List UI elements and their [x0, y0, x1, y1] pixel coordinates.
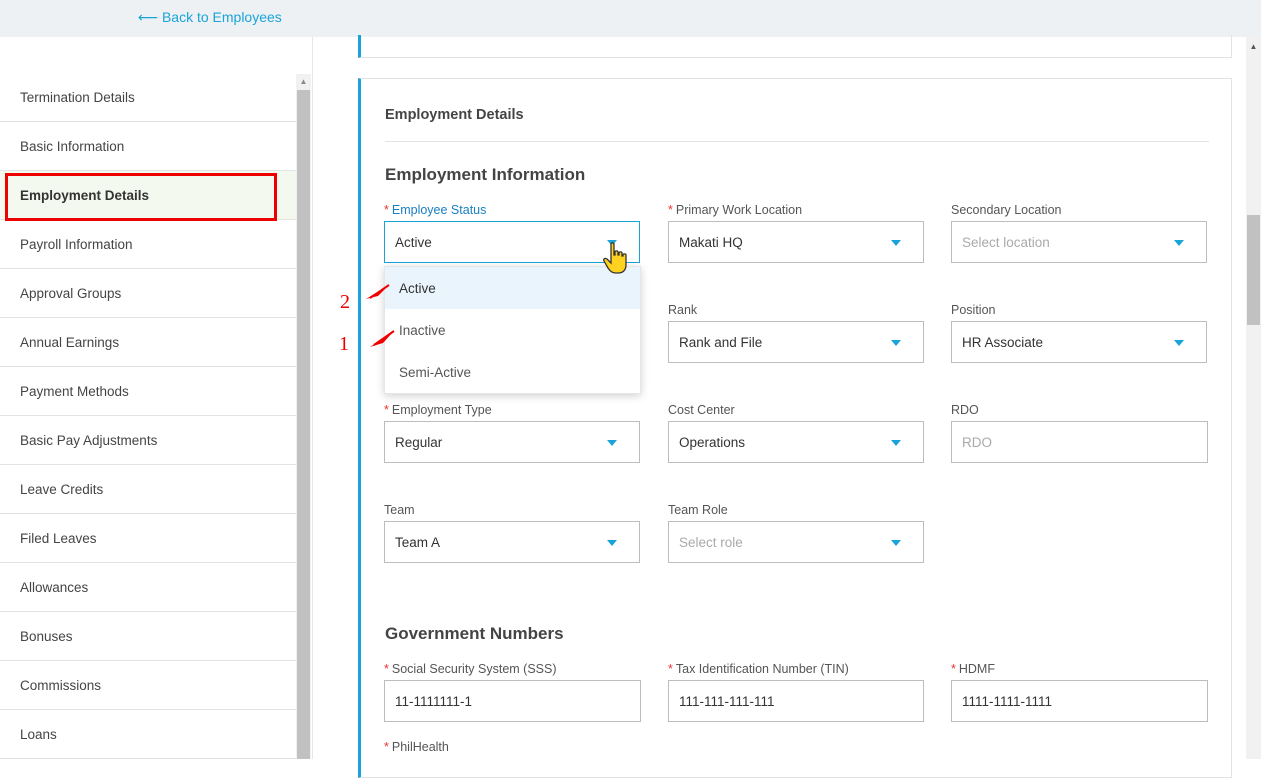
card-title: Employment Details — [385, 107, 524, 123]
divider — [385, 141, 1209, 142]
cost-center-label: Cost Center — [668, 403, 735, 417]
team-role-select[interactable]: Select role — [668, 521, 924, 563]
employment-type-field: * Employment Type Regular — [384, 403, 640, 463]
chevron-down-icon — [1174, 340, 1184, 346]
sidebar-item-allowances[interactable]: Allowances — [0, 563, 296, 612]
dropdown-option-semi-active[interactable]: Semi-Active — [385, 351, 640, 393]
rank-label: Rank — [668, 303, 698, 317]
employee-status-dropdown-menu: Active Inactive Semi-Active — [384, 266, 641, 394]
philhealth-label: * PhilHealth — [384, 740, 449, 754]
scroll-up-arrow-icon[interactable]: ▲ — [1246, 39, 1261, 54]
employee-status-label: * Employee Status — [384, 203, 487, 217]
sidebar-item-payment-methods[interactable]: Payment Methods — [0, 367, 296, 416]
rank-select[interactable]: Rank and File — [668, 321, 924, 363]
sidebar-item-basic-information[interactable]: Basic Information — [0, 122, 296, 171]
rdo-input-box[interactable] — [951, 421, 1208, 463]
sidebar-item-termination-details[interactable]: Termination Details — [0, 73, 296, 122]
position-field: Position HR Associate — [951, 303, 1207, 363]
team-role-field: Team Role Select role — [668, 503, 924, 563]
rdo-input[interactable] — [962, 434, 1207, 450]
chevron-down-icon — [891, 340, 901, 346]
secondary-location-label: Secondary Location — [951, 203, 1062, 217]
annotation-number-2: 2 — [340, 291, 350, 313]
tin-input[interactable]: 111-111-111-111 — [668, 680, 924, 722]
tin-field: * Tax Identification Number (TIN) 111-111… — [668, 662, 924, 722]
primary-work-location-select[interactable]: Makati HQ — [668, 221, 924, 263]
sidebar-item-approval-groups[interactable]: Approval Groups — [0, 269, 296, 318]
dropdown-option-inactive[interactable]: Inactive — [385, 309, 640, 351]
chevron-down-icon — [607, 440, 617, 446]
hdmf-label: * HDMF — [951, 662, 995, 676]
sidebar-scrollbar-thumb[interactable] — [297, 90, 310, 759]
government-numbers-heading: Government Numbers — [385, 624, 564, 643]
active-item-highlight-box — [5, 173, 277, 221]
hdmf-input[interactable]: 1111-1111-1111 — [951, 680, 1208, 722]
page-scrollbar-thumb[interactable] — [1247, 215, 1260, 325]
chevron-down-icon — [891, 240, 901, 246]
cost-center-field: Cost Center Operations — [668, 403, 924, 463]
sidebar-item-basic-pay-adjustments[interactable]: Basic Pay Adjustments — [0, 416, 296, 465]
primary-work-location-label: * Primary Work Location — [668, 203, 803, 217]
employment-information-heading: Employment Information — [385, 165, 586, 184]
employment-type-label: * Employment Type — [384, 403, 492, 417]
annotation-arrow-icon — [370, 330, 395, 347]
sidebar-item-leave-credits[interactable]: Leave Credits — [0, 465, 296, 514]
secondary-location-select[interactable]: Select location — [951, 221, 1207, 263]
rdo-label: RDO — [951, 403, 979, 417]
sidebar-item-loans[interactable]: Loans — [0, 710, 296, 759]
chevron-down-icon — [891, 540, 901, 546]
sidebar-scrollbar[interactable]: ▲ — [296, 74, 311, 759]
team-label: Team — [384, 503, 415, 517]
hdmf-field: * HDMF 1111-1111-1111 — [951, 662, 1208, 722]
page-scrollbar[interactable]: ▲ — [1246, 37, 1261, 759]
rank-field: Rank Rank and File — [668, 303, 924, 363]
sss-field: * Social Security System (SSS) 11-1111111… — [384, 662, 641, 722]
employment-type-select[interactable]: Regular — [384, 421, 640, 463]
team-role-label: Team Role — [668, 503, 728, 517]
sidebar-item-commissions[interactable]: Commissions — [0, 661, 296, 710]
position-label: Position — [951, 303, 996, 317]
sidebar: Termination Details Basic Information Em… — [0, 37, 313, 759]
rdo-field: RDO — [951, 403, 1208, 463]
cost-center-select[interactable]: Operations — [668, 421, 924, 463]
team-select[interactable]: Team A — [384, 521, 640, 563]
employment-details-card: Employment Details Employment Informatio… — [358, 78, 1232, 778]
top-bar: ⟵ Back to Employees — [0, 0, 1261, 37]
annotation-arrow-icon — [366, 284, 390, 299]
primary-work-location-field: * Primary Work Location Makati HQ — [668, 203, 924, 263]
hand-cursor-icon — [603, 242, 627, 274]
position-select[interactable]: HR Associate — [951, 321, 1207, 363]
scroll-up-arrow-icon[interactable]: ▲ — [296, 74, 311, 89]
sidebar-item-payroll-information[interactable]: Payroll Information — [0, 220, 296, 269]
main-content: Employment Details Employment Informatio… — [313, 35, 1246, 778]
sss-input[interactable]: 11-1111111-1 — [384, 680, 641, 722]
sidebar-item-filed-leaves[interactable]: Filed Leaves — [0, 514, 296, 563]
chevron-down-icon — [607, 540, 617, 546]
philhealth-field: * PhilHealth — [384, 740, 640, 758]
sidebar-item-bonuses[interactable]: Bonuses — [0, 612, 296, 661]
sidebar-item-annual-earnings[interactable]: Annual Earnings — [0, 318, 296, 367]
annotation-number-1: 1 — [339, 333, 349, 355]
chevron-down-icon — [1174, 240, 1184, 246]
previous-section-card — [358, 35, 1232, 58]
tin-label: * Tax Identification Number (TIN) — [668, 662, 849, 676]
back-to-employees-link[interactable]: ⟵ Back to Employees — [138, 9, 282, 26]
secondary-location-field: Secondary Location Select location — [951, 203, 1207, 263]
team-field: Team Team A — [384, 503, 640, 563]
sss-label: * Social Security System (SSS) — [384, 662, 557, 676]
chevron-down-icon — [891, 440, 901, 446]
